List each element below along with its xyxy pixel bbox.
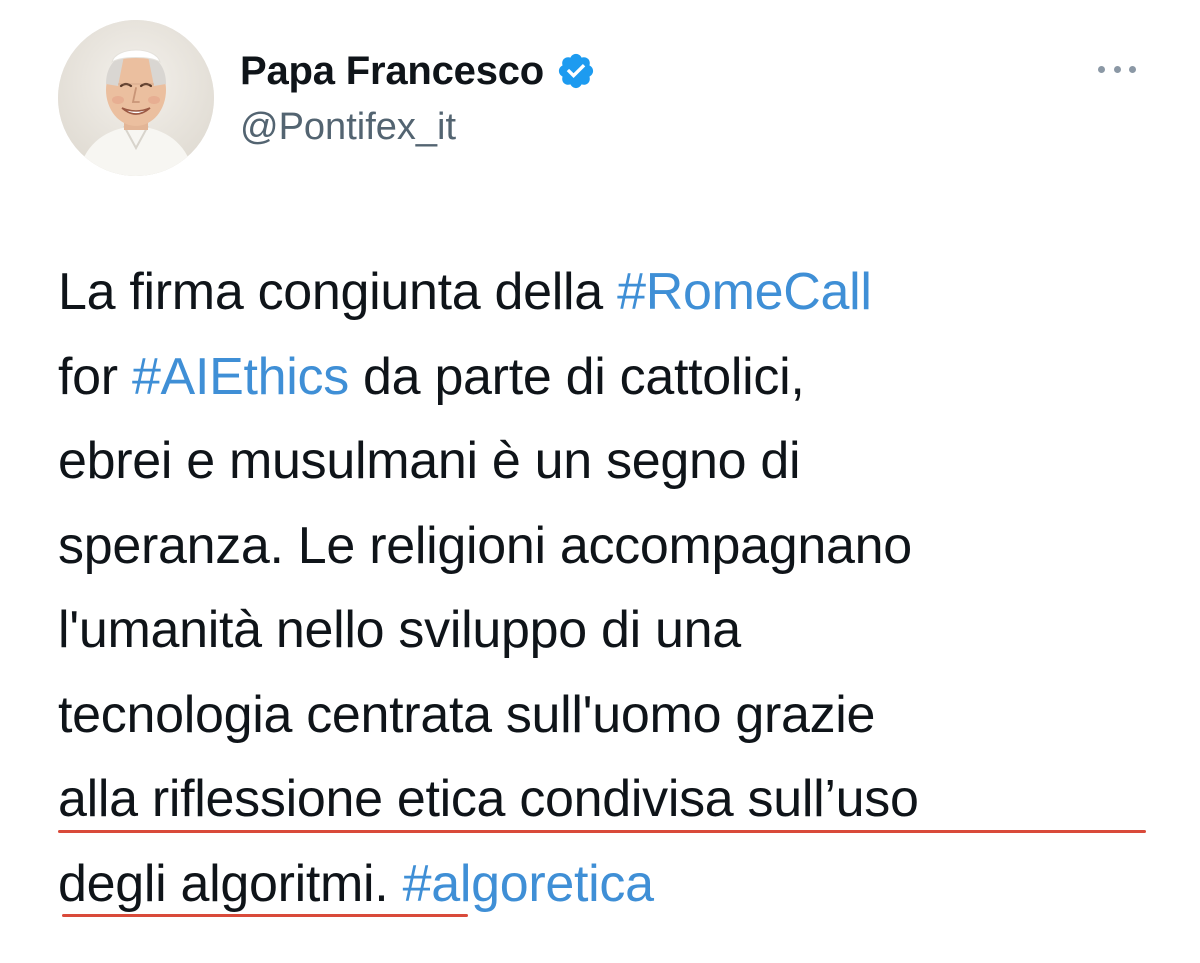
avatar[interactable] bbox=[58, 20, 214, 176]
tweet-line: ebrei e musulmani è un segno di bbox=[58, 432, 801, 490]
hashtag-link-romecall[interactable]: #RomeCall bbox=[617, 263, 872, 321]
verified-badge-icon bbox=[558, 53, 594, 89]
more-dot bbox=[1129, 65, 1136, 73]
tweet-text-segment: for bbox=[58, 347, 132, 406]
annotation-underline bbox=[58, 830, 1146, 833]
author-display-name[interactable]: Papa Francesco bbox=[240, 49, 544, 94]
tweet-line: speranza. Le religioni accompagnano bbox=[58, 516, 912, 575]
hashtag-link-algoretica[interactable]: #algoretica bbox=[403, 855, 654, 913]
tweet-text-segment: da parte di cattolici, bbox=[348, 347, 805, 406]
avatar-image bbox=[58, 20, 214, 176]
tweet-line: tecnologia centrata sull'uomo grazie bbox=[58, 685, 876, 744]
author-handle[interactable]: @Pontifex_it bbox=[240, 102, 456, 152]
tweet-line: La firma congiunta della #RomeCall bbox=[58, 250, 1168, 335]
more-options-icon[interactable] bbox=[1092, 54, 1142, 84]
hashtag-link-aiethics[interactable]: #AIEthics bbox=[132, 348, 349, 406]
annotation-underline bbox=[62, 914, 468, 917]
tweet-text: La firma congiunta della #RomeCall for #… bbox=[58, 250, 1168, 926]
author-name-row[interactable]: Papa Francesco bbox=[240, 46, 596, 96]
tweet-text-segment: La firma congiunta della bbox=[58, 263, 618, 321]
tweet-text-segment: degli algoritmi. bbox=[58, 854, 403, 913]
more-dot bbox=[1113, 65, 1121, 73]
tweet-line: for #AIEthics da parte di cattolici, bbox=[58, 335, 1168, 420]
tweet-line: alla riflessione etica condivisa sull’us… bbox=[58, 770, 919, 828]
more-dot bbox=[1098, 65, 1105, 73]
tweet-line: l'umanità nello sviluppo di una bbox=[58, 601, 741, 659]
